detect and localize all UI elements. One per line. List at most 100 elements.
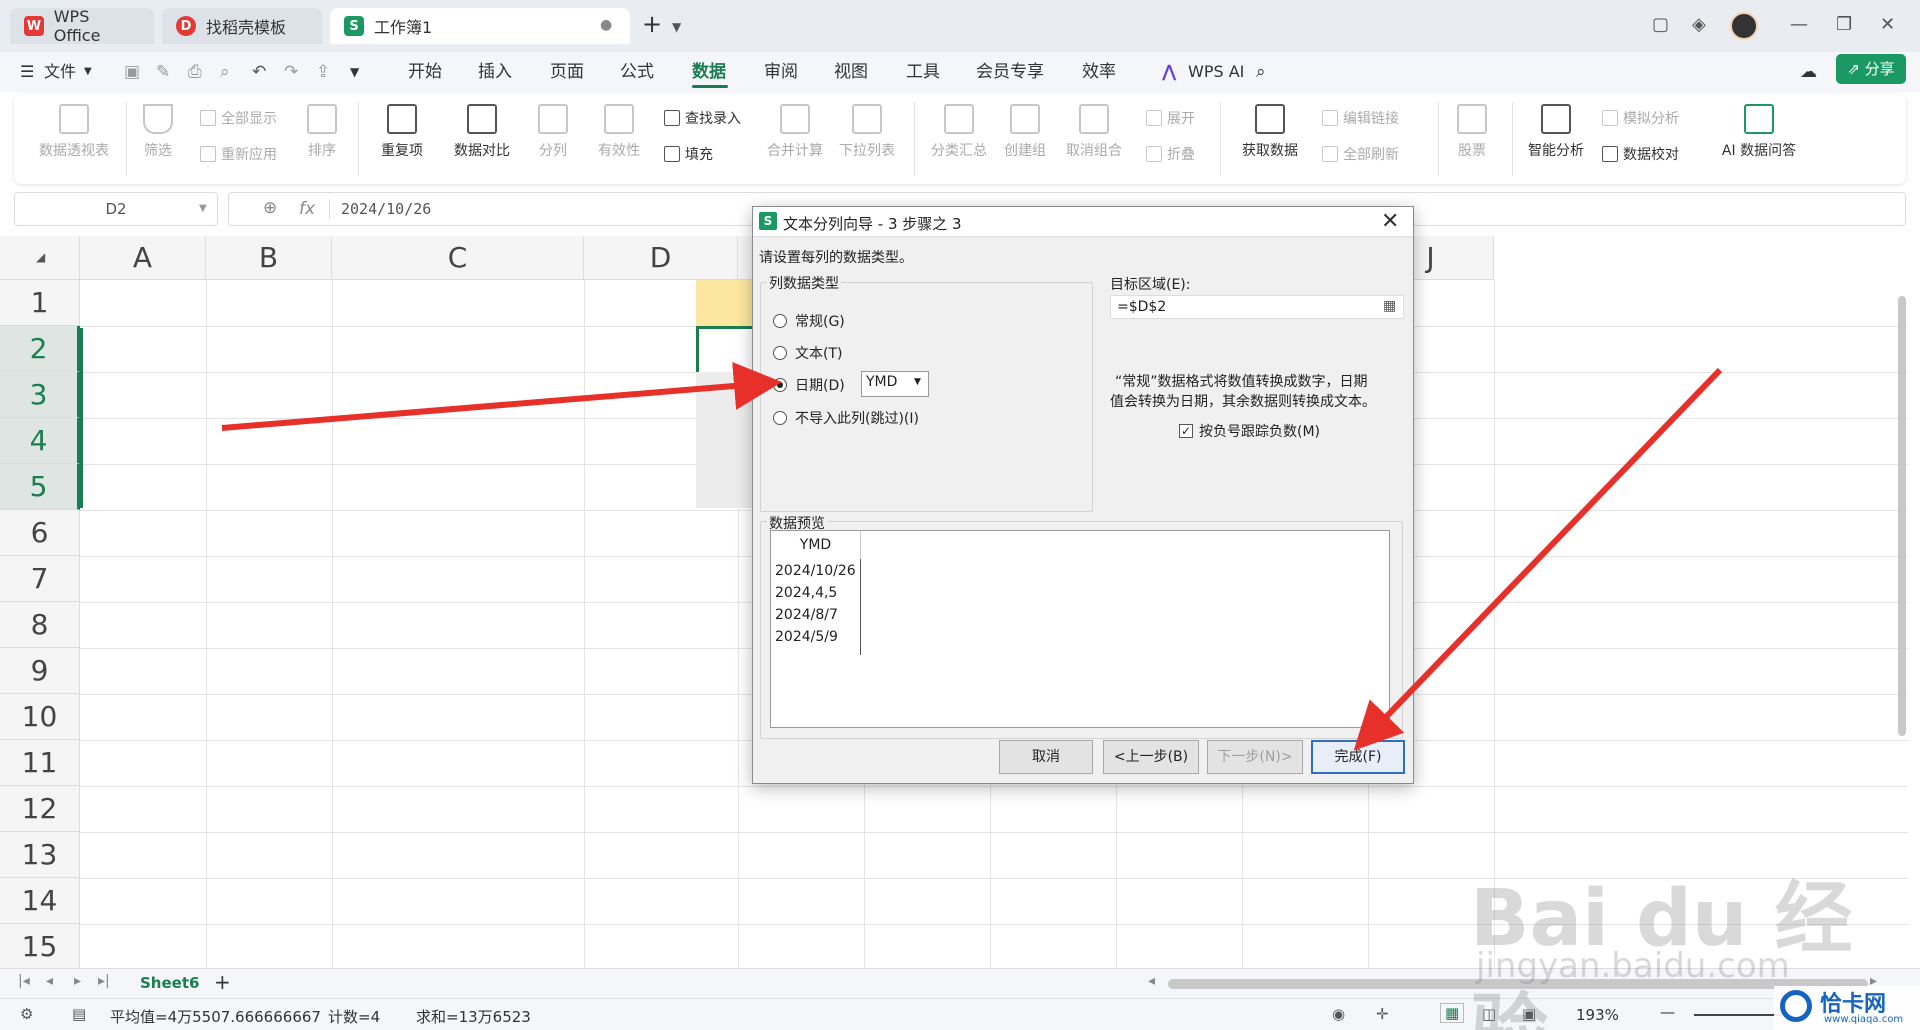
maximize-icon[interactable]: ❐ — [1836, 14, 1852, 35]
vertical-scrollbar[interactable] — [1898, 296, 1906, 736]
row-header-14[interactable]: 14 — [0, 878, 80, 924]
print-preview-icon[interactable]: ⌕ — [220, 58, 230, 86]
window-restore-icon[interactable]: ▢ — [1652, 14, 1669, 35]
data-preview-box[interactable]: YMD 2024/10/26 2024,4,5 2024/8/7 2024/5/… — [770, 530, 1390, 728]
validation-button[interactable]: 有效性 — [590, 104, 648, 160]
menu-efficiency[interactable]: 效率 — [1082, 58, 1116, 86]
target-range-input[interactable]: =$D$2 ▦ — [1110, 295, 1404, 319]
smart-analysis-button[interactable]: 智能分析 — [1524, 104, 1588, 160]
new-tab-button[interactable]: + — [642, 10, 662, 38]
row-header-10[interactable]: 10 — [0, 694, 80, 740]
expand-button[interactable]: 展开 — [1146, 108, 1195, 128]
formula-value[interactable]: 2024/10/26 — [341, 200, 431, 218]
share-button[interactable]: ⇗ 分享 — [1836, 54, 1906, 84]
menu-review[interactable]: 审阅 — [764, 58, 798, 86]
radio-text[interactable]: 文本(T) — [773, 343, 842, 363]
search-icon[interactable]: ⌕ — [1256, 58, 1266, 86]
row-header-3[interactable]: 3 — [0, 372, 80, 418]
chevron-down-icon[interactable]: ▼ — [672, 20, 681, 34]
get-data-button[interactable]: 获取数据 — [1232, 104, 1308, 160]
column-header-b[interactable]: B — [206, 236, 332, 280]
cloud-upload-icon[interactable]: ☁ — [1800, 58, 1817, 86]
cancel-button[interactable]: 取消 — [999, 740, 1093, 774]
redo-icon[interactable]: ↷ — [284, 58, 298, 86]
export-icon[interactable]: ⇪ — [316, 58, 330, 86]
tab-workbook[interactable]: S 工作簿1 ● — [330, 8, 630, 44]
first-sheet-icon[interactable]: |◂ — [18, 973, 30, 989]
next-sheet-icon[interactable]: ▸ — [74, 973, 81, 989]
duplicates-button[interactable]: 重复项 — [372, 104, 432, 160]
row-header-11[interactable]: 11 — [0, 740, 80, 786]
refresh-all-button[interactable]: 全部刷新 — [1322, 144, 1399, 164]
tab-template[interactable]: D 找稻壳模板 — [162, 8, 322, 44]
row-header-15[interactable]: 15 — [0, 924, 80, 968]
row-header-2[interactable]: 2 — [0, 326, 80, 372]
ai-data-qa-button[interactable]: AI 数据问答 — [1704, 104, 1814, 160]
menu-start[interactable]: 开始 — [408, 58, 442, 86]
range-picker-icon[interactable]: ▦ — [1383, 298, 1396, 314]
minimize-icon[interactable]: — — [1790, 14, 1808, 35]
row-header-12[interactable]: 12 — [0, 786, 80, 832]
ungroup-button[interactable]: 取消组合 — [1060, 104, 1128, 160]
chevron-down-icon[interactable]: ▼ — [350, 58, 359, 86]
close-window-icon[interactable]: ✕ — [1880, 14, 1895, 35]
add-sheet-button[interactable]: + — [214, 970, 231, 994]
eye-protection-icon[interactable]: ◉ — [1332, 1005, 1345, 1023]
zoom-formula-icon[interactable]: ⊕ — [263, 198, 277, 218]
undo-icon[interactable]: ↶ — [252, 58, 266, 86]
macro-icon[interactable]: ⚙ — [20, 1005, 33, 1023]
comment-icon[interactable]: ▤ — [72, 1005, 86, 1023]
row-header-1[interactable]: 1 — [0, 280, 80, 326]
normal-view-icon[interactable]: ▦ — [1440, 1003, 1465, 1023]
pivot-table-button[interactable]: 数据透视表 — [34, 104, 114, 160]
dialog-title-bar[interactable]: S 文本分列向导 - 3 步骤之 3 ✕ — [753, 207, 1413, 237]
row-header-13[interactable]: 13 — [0, 832, 80, 878]
crosshair-icon[interactable]: ✛ — [1376, 1005, 1389, 1023]
fill-button[interactable]: 填充 — [664, 144, 713, 164]
row-header-6[interactable]: 6 — [0, 510, 80, 556]
menu-data[interactable]: 数据 — [692, 58, 726, 86]
row-header-5[interactable]: 5 — [0, 464, 80, 510]
prev-sheet-icon[interactable]: ◂ — [46, 973, 53, 989]
menu-formula[interactable]: 公式 — [620, 58, 654, 86]
consolidate-button[interactable]: 合并计算 — [764, 104, 826, 160]
row-header-4[interactable]: 4 — [0, 418, 80, 464]
avatar[interactable] — [1730, 12, 1758, 40]
menu-view[interactable]: 视图 — [834, 58, 868, 86]
negative-checkbox[interactable]: ✓ 按负号跟踪负数(M) — [1179, 421, 1320, 441]
create-group-button[interactable]: 创建组 — [1000, 104, 1050, 160]
print-icon[interactable]: ⎙ — [188, 58, 202, 86]
row-header-8[interactable]: 8 — [0, 602, 80, 648]
sort-button[interactable]: 排序 — [300, 104, 344, 160]
close-icon[interactable]: ✕ — [1381, 209, 1399, 234]
collapse-button[interactable]: 折叠 — [1146, 144, 1195, 164]
save-icon[interactable]: ▣ — [124, 58, 140, 86]
date-format-select[interactable]: YMD ▼ — [861, 371, 929, 397]
lookup-entry-button[interactable]: 查找录入 — [664, 108, 741, 128]
edit-links-button[interactable]: 编辑链接 — [1322, 108, 1399, 128]
menu-member[interactable]: 会员专享 — [976, 58, 1044, 86]
brush-icon[interactable]: ✎ — [156, 58, 170, 86]
select-all-corner[interactable]: ◢ — [0, 236, 80, 280]
row-header-7[interactable]: 7 — [0, 556, 80, 602]
finish-button[interactable]: 完成(F) — [1311, 740, 1405, 774]
chevron-down-icon[interactable]: ▼ — [84, 58, 92, 86]
radio-general[interactable]: 常规(G) — [773, 311, 845, 331]
stock-button[interactable]: 股票 — [1450, 104, 1494, 160]
column-header-c[interactable]: C — [332, 236, 584, 280]
show-all-button[interactable]: 全部显示 — [200, 108, 277, 128]
filter-button[interactable]: 筛选 — [138, 104, 178, 160]
menu-tools[interactable]: 工具 — [906, 58, 940, 86]
file-menu[interactable]: 文件 — [44, 58, 76, 86]
chevron-down-icon[interactable]: ▼ — [199, 193, 207, 225]
menu-insert[interactable]: 插入 — [478, 58, 512, 86]
row-header-9[interactable]: 9 — [0, 648, 80, 694]
preview-column-header[interactable]: YMD — [771, 531, 861, 559]
hamburger-icon[interactable]: ☰ — [20, 58, 34, 86]
column-header-a[interactable]: A — [80, 236, 206, 280]
reapply-button[interactable]: 重新应用 — [200, 144, 277, 164]
menu-page[interactable]: 页面 — [550, 58, 584, 86]
subtotal-button[interactable]: 分类汇总 — [928, 104, 990, 160]
cube-icon[interactable]: ◈ — [1692, 14, 1706, 35]
data-check-button[interactable]: 数据校对 — [1602, 144, 1679, 164]
